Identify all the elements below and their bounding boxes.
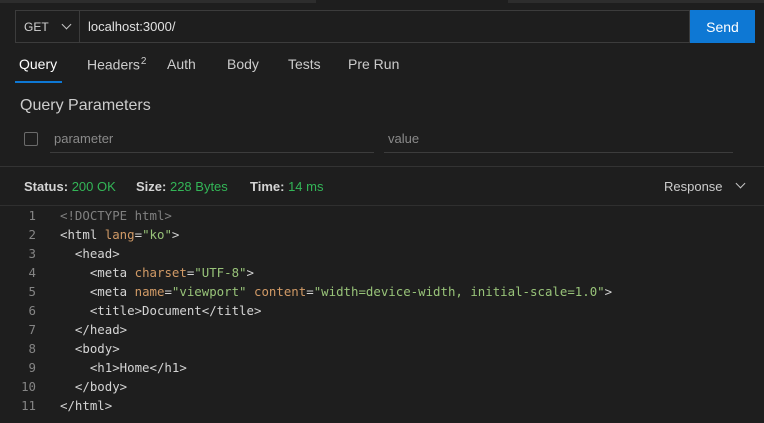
code-line: 9 <h1>Home</h1> xyxy=(0,358,764,377)
tab-label: Pre Run xyxy=(348,56,400,72)
code-text: <meta charset="UTF-8"> xyxy=(60,265,254,280)
code-line: 6 <title>Document</title> xyxy=(0,301,764,320)
code-line: 1 <!DOCTYPE html> xyxy=(0,206,764,225)
code-text: <html lang="ko"> xyxy=(60,227,180,242)
tab-query[interactable]: Query xyxy=(19,56,57,72)
code-line: 3 <head> xyxy=(0,244,764,263)
size-value: 228 Bytes xyxy=(169,179,228,194)
tab-tests[interactable]: Tests xyxy=(288,56,321,72)
code-line: 5 <meta name="viewport" content="width=d… xyxy=(0,282,764,301)
code-text: </head> xyxy=(60,322,128,337)
response-code-viewer: 1 <!DOCTYPE html> 2 <html lang="ko"> 3 <head… xyxy=(0,206,764,423)
tab-label: Tests xyxy=(288,56,321,72)
code-text: </body> xyxy=(60,379,128,394)
tab-pre-run[interactable]: Pre Run xyxy=(348,56,399,72)
line-number: 9 xyxy=(28,360,36,375)
top-tab-strip xyxy=(0,0,764,3)
status-label: Status: xyxy=(24,179,69,194)
code-line: 2 <html lang="ko"> xyxy=(0,225,764,244)
tab-body[interactable]: Body xyxy=(227,56,259,72)
tab-label: Auth xyxy=(167,56,196,72)
code-line: 4 <meta charset="UTF-8"> xyxy=(0,263,764,282)
send-button[interactable]: Send xyxy=(690,10,755,43)
status-value: 200 OK xyxy=(71,179,116,194)
code-text: <title>Document</title> xyxy=(60,303,262,318)
tab-label: Headers xyxy=(87,56,140,73)
line-number: 3 xyxy=(28,246,36,261)
param-enable-checkbox[interactable] xyxy=(24,132,38,146)
time-label: Time: xyxy=(250,179,285,194)
code-text: <body> xyxy=(60,341,120,356)
time-value: 14 ms xyxy=(288,179,324,194)
chevron-down-icon xyxy=(735,178,746,189)
tab-headers[interactable]: Headers2 xyxy=(87,56,146,73)
line-number: 10 xyxy=(21,379,36,394)
query-param-row: parameter value xyxy=(0,127,764,155)
line-number: 7 xyxy=(28,322,36,337)
tab-label: Body xyxy=(227,56,259,72)
query-parameters-title: Query Parameters xyxy=(20,97,151,114)
url-input[interactable]: localhost:3000/ xyxy=(80,19,175,34)
parameter-input[interactable]: parameter xyxy=(50,127,374,153)
line-number: 4 xyxy=(28,265,36,280)
code-line: 10 </body> xyxy=(0,377,764,396)
code-text: <meta name="viewport" content="width=dev… xyxy=(60,284,613,299)
response-view-select[interactable]: Response xyxy=(664,178,746,194)
method-select[interactable]: GET xyxy=(16,11,80,42)
size-label: Size: xyxy=(136,179,167,194)
line-number: 1 xyxy=(28,208,36,223)
tab-label: Query xyxy=(19,56,58,72)
code-text: <h1>Home</h1> xyxy=(60,360,187,375)
code-line: 7 </head> xyxy=(0,320,764,339)
code-line: 11 </html> xyxy=(0,396,764,415)
line-number: 5 xyxy=(28,284,36,299)
headers-count-badge: 2 xyxy=(140,56,147,67)
line-number: 8 xyxy=(28,341,36,356)
active-tab-indicator xyxy=(15,81,62,83)
chevron-down-icon xyxy=(61,19,72,30)
code-line: 8 <body> xyxy=(0,339,764,358)
request-url-bar: GET localhost:3000/ xyxy=(15,10,690,43)
tab-auth[interactable]: Auth xyxy=(167,56,196,72)
size-info: Size: 228 Bytes xyxy=(136,179,228,194)
response-status-bar: Status: 200 OK Size: 228 Bytes Time: 14 … xyxy=(0,167,764,206)
value-input[interactable]: value xyxy=(384,127,733,153)
line-number: 2 xyxy=(28,227,36,242)
line-number: 11 xyxy=(21,398,36,413)
code-text: <head> xyxy=(60,246,120,261)
method-label: GET xyxy=(24,19,49,34)
line-number: 6 xyxy=(28,303,36,318)
response-view-label: Response xyxy=(664,179,723,194)
status-info: Status: 200 OK xyxy=(24,179,116,194)
code-text: </html> xyxy=(60,398,113,413)
time-info: Time: 14 ms xyxy=(250,179,323,194)
request-tabs: Query Headers2 Auth Body Tests Pre Run xyxy=(0,56,764,83)
code-text: <!DOCTYPE html> xyxy=(60,208,172,223)
